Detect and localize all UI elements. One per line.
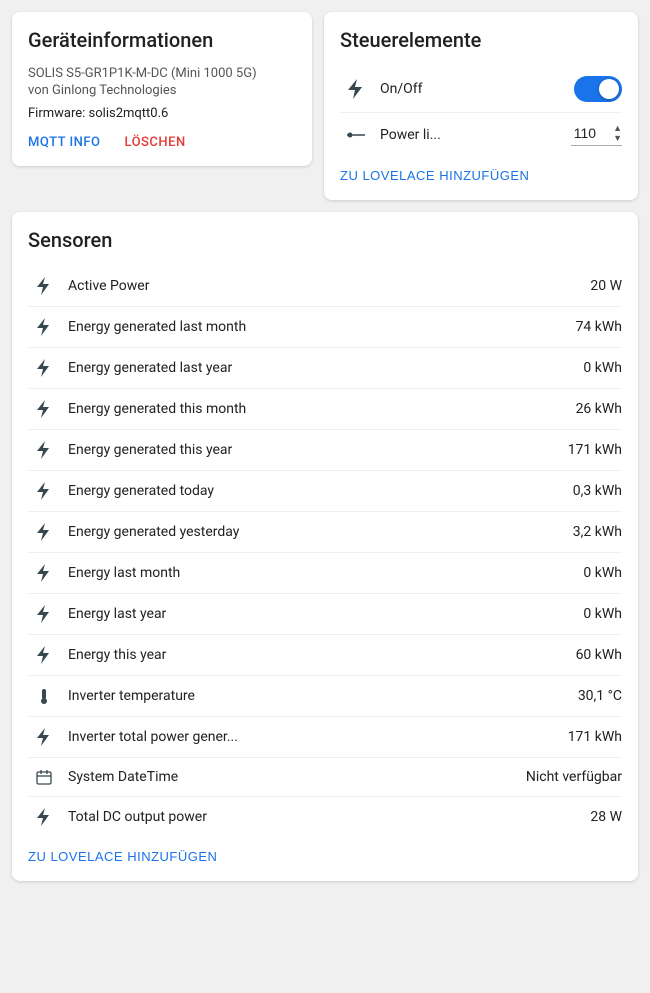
sensor-value: 171 kWh (568, 442, 622, 458)
powerlimit-down-button[interactable]: ▼ (613, 133, 622, 143)
sensor-value: 0 kWh (583, 565, 622, 581)
powerlimit-control-row: Power li... ▲ ▼ (340, 113, 622, 156)
sensor-row: System DateTime Nicht verfügbar (28, 758, 622, 797)
sensor-value: Nicht verfügbar (526, 769, 622, 785)
sensors-card-title: Sensoren (28, 228, 622, 252)
sensor-row: Energy last year 0 kWh (28, 594, 622, 635)
powerlimit-icon (340, 132, 372, 138)
powerlimit-label: Power li... (380, 127, 571, 143)
sensor-name: Energy generated today (68, 483, 565, 499)
sensor-row: Active Power 20 W (28, 266, 622, 307)
bolt-icon (28, 359, 60, 377)
powerlimit-input[interactable] (571, 125, 611, 141)
controls-card-title: Steuerelemente (340, 28, 622, 52)
bolt-icon (28, 277, 60, 295)
device-firmware: Firmware: solis2mqtt0.6 (28, 106, 296, 121)
bolt-icon (28, 523, 60, 541)
device-card-title: Geräteinformationen (28, 28, 296, 52)
sensor-name: Total DC output power (68, 809, 582, 825)
sensor-row: Energy this year 60 kWh (28, 635, 622, 676)
sensor-value: 60 kWh (576, 647, 622, 663)
sensors-card: Sensoren Active Power 20 W Energy genera… (12, 212, 638, 881)
sensor-name: Energy generated last month (68, 319, 568, 335)
sensor-name: Energy generated yesterday (68, 524, 565, 540)
sensor-row: Inverter total power gener... 171 kWh (28, 717, 622, 758)
onoff-toggle[interactable] (574, 76, 622, 102)
bolt-icon (28, 728, 60, 746)
powerlimit-input-wrapper: ▲ ▼ (571, 123, 622, 146)
sensors-lovelace-button[interactable]: ZU LOVELACE HINZUFÜGEN (28, 849, 217, 864)
sensor-value: 3,2 kWh (573, 524, 622, 540)
sensor-name: Energy generated this month (68, 401, 568, 417)
thermo-icon (28, 687, 60, 705)
sensor-row: Inverter temperature 30,1 °C (28, 676, 622, 717)
bolt-icon (28, 605, 60, 623)
powerlimit-up-button[interactable]: ▲ (613, 123, 622, 133)
sensor-value: 0,3 kWh (573, 483, 622, 499)
controls-lovelace-button[interactable]: ZU LOVELACE HINZUFÜGEN (340, 168, 529, 183)
sensor-name: Energy this year (68, 647, 568, 663)
powerlimit-spinner[interactable]: ▲ ▼ (613, 123, 622, 143)
sensor-value: 20 W (590, 278, 622, 294)
sensor-name: Energy last year (68, 606, 575, 622)
sensor-name: Energy generated this year (68, 442, 560, 458)
sensor-value: 171 kWh (568, 729, 622, 745)
onoff-label: On/Off (380, 81, 574, 97)
device-info-card: Geräteinformationen SOLIS S5-GR1P1K-M-DC… (12, 12, 312, 166)
bolt-icon (28, 482, 60, 500)
onoff-bolt-icon (340, 79, 372, 99)
sensor-row: Energy generated yesterday 3,2 kWh (28, 512, 622, 553)
sensor-value: 0 kWh (583, 606, 622, 622)
sensor-name: Inverter total power gener... (68, 729, 560, 745)
sensor-value: 26 kWh (576, 401, 622, 417)
bolt-icon (28, 564, 60, 582)
bolt-icon (28, 646, 60, 664)
bolt-icon (28, 400, 60, 418)
sensor-name: Energy last month (68, 565, 575, 581)
sensor-row: Energy last month 0 kWh (28, 553, 622, 594)
device-model: SOLIS S5-GR1P1K-M-DC (Mini 1000 5G) (28, 66, 296, 81)
sensor-value: 74 kWh (576, 319, 622, 335)
sensor-row: Energy generated last month 74 kWh (28, 307, 622, 348)
delete-button[interactable]: LÖSCHEN (124, 135, 185, 150)
sensor-row: Energy generated last year 0 kWh (28, 348, 622, 389)
sensor-value: 30,1 °C (578, 688, 622, 704)
sensor-name: Energy generated last year (68, 360, 575, 376)
controls-card: Steuerelemente On/Off (324, 12, 638, 200)
device-brand: von Ginlong Technologies (28, 83, 296, 98)
calendar-icon (28, 769, 60, 785)
onoff-control-row: On/Off (340, 66, 622, 113)
sensor-name: Inverter temperature (68, 688, 570, 704)
sensor-row: Energy generated this year 171 kWh (28, 430, 622, 471)
bolt-icon (28, 441, 60, 459)
sensor-value: 0 kWh (583, 360, 622, 376)
sensors-list: Active Power 20 W Energy generated last … (28, 266, 622, 837)
sensor-name: Active Power (68, 278, 582, 294)
mqtt-info-button[interactable]: MQTT INFO (28, 135, 100, 150)
bolt-icon (28, 808, 60, 826)
bolt-icon (28, 318, 60, 336)
sensor-name: System DateTime (68, 769, 518, 785)
sensor-row: Total DC output power 28 W (28, 797, 622, 837)
sensor-value: 28 W (590, 809, 622, 825)
sensor-row: Energy generated today 0,3 kWh (28, 471, 622, 512)
sensor-row: Energy generated this month 26 kWh (28, 389, 622, 430)
